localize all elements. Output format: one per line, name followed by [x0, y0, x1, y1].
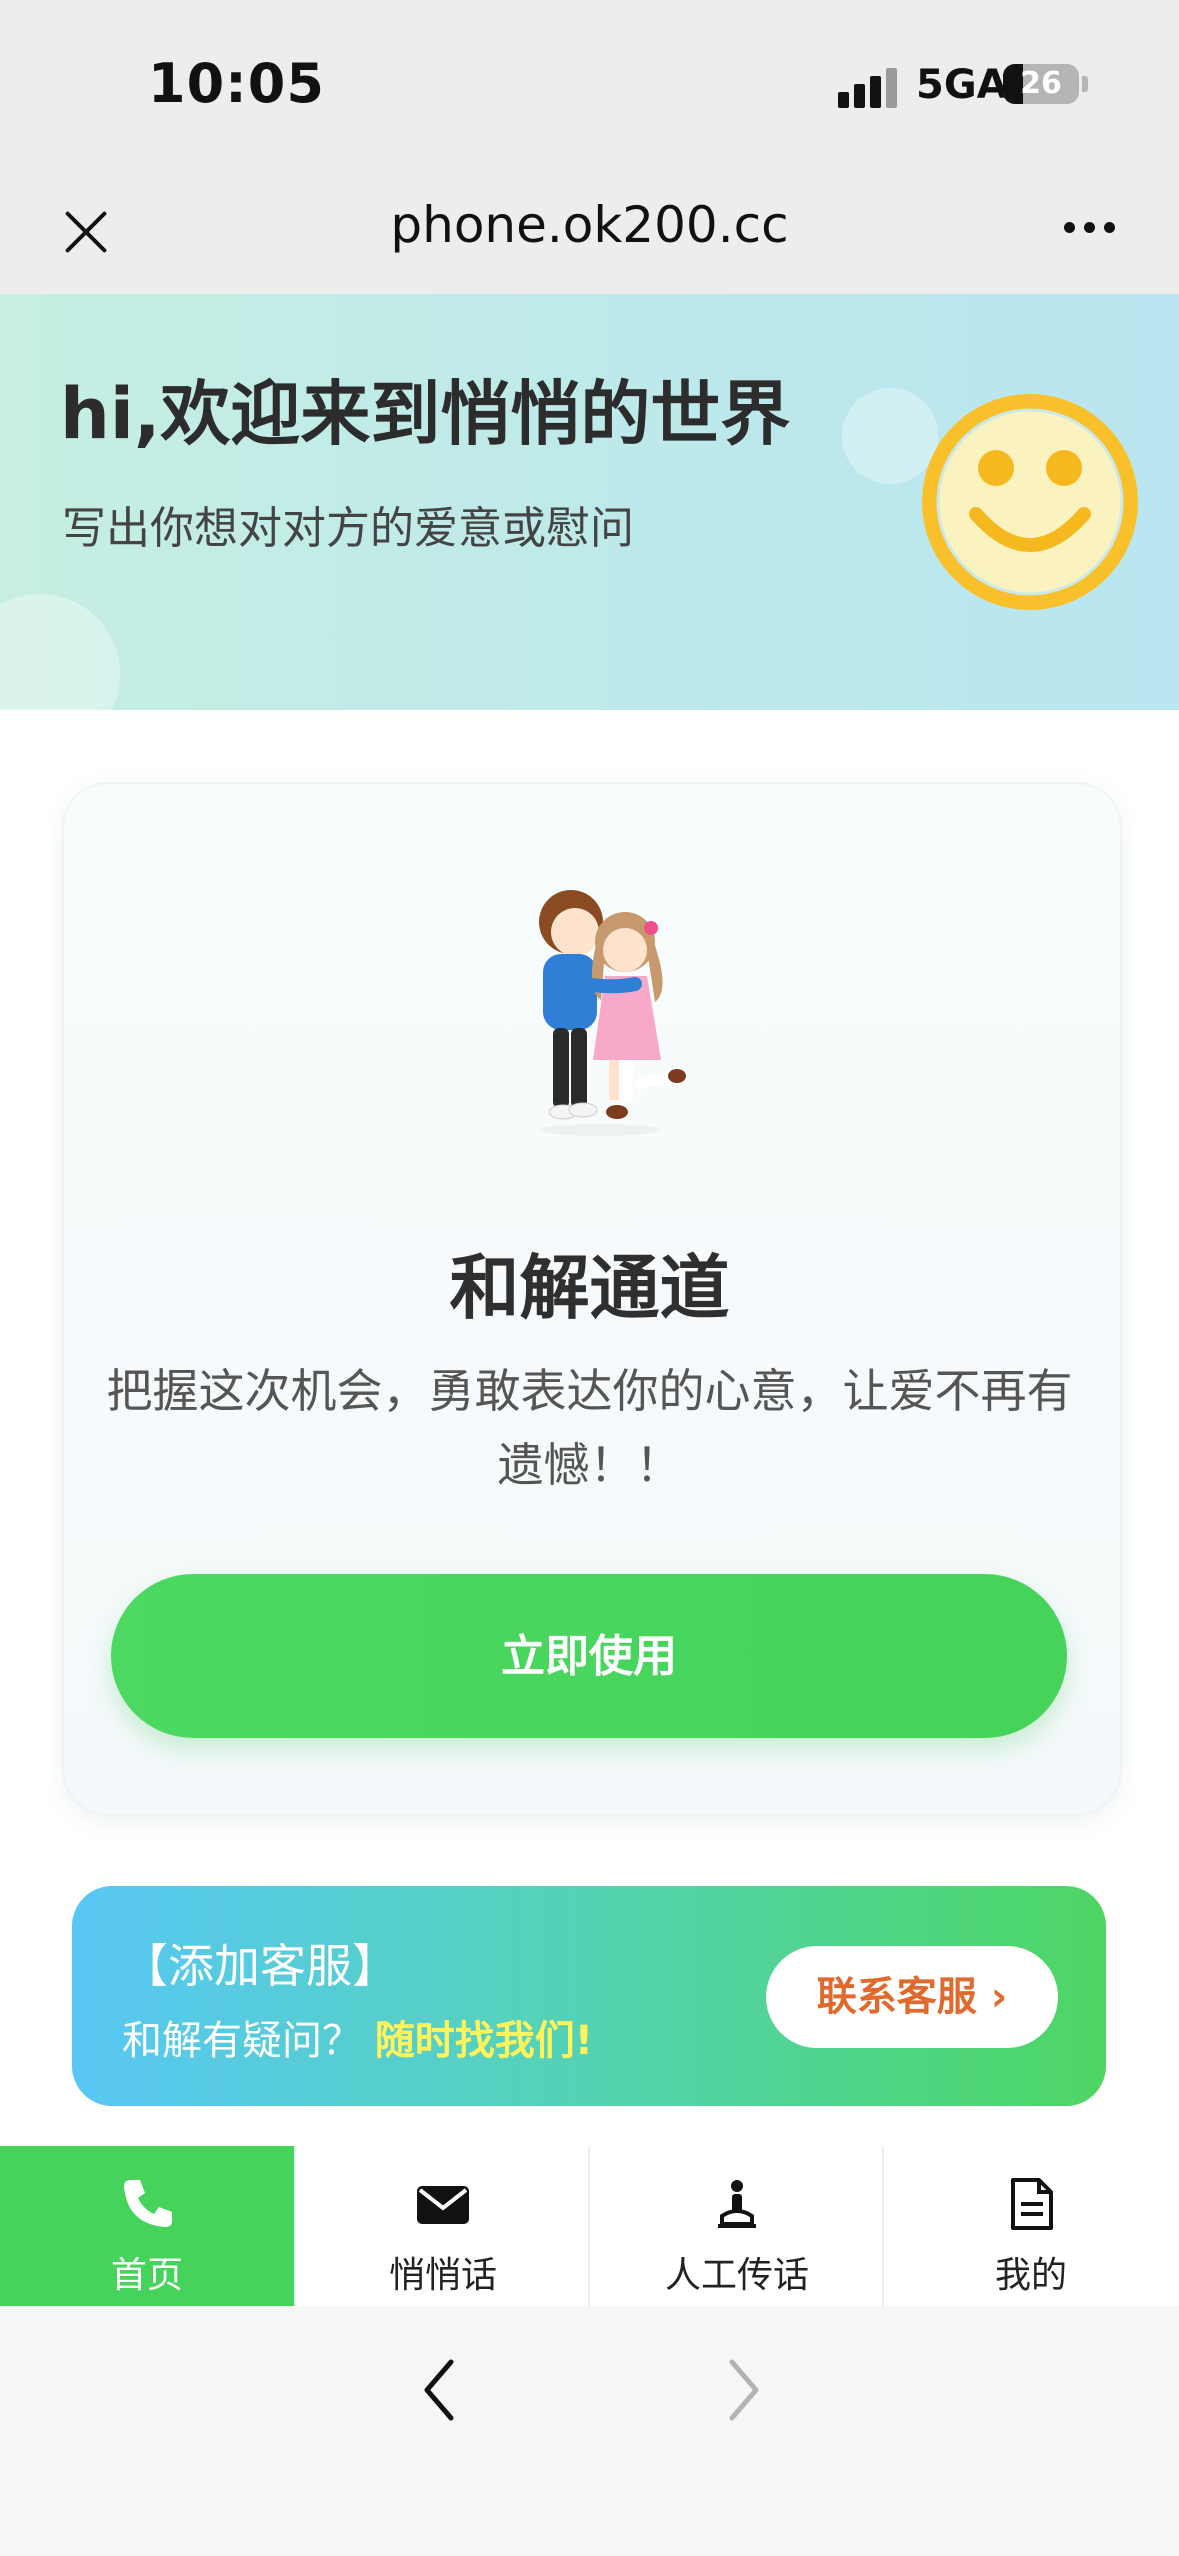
chevron-right-icon[interactable]: [718, 2350, 768, 2430]
status-time: 10:05: [148, 52, 325, 115]
service-subtitle-prefix: 和解有疑问？: [122, 2018, 362, 2064]
battery-icon: 26: [1003, 64, 1079, 104]
chevron-left-icon[interactable]: [415, 2350, 465, 2430]
network-type: 5GA: [916, 62, 1008, 108]
contact-service-button[interactable]: 联系客服 ›: [766, 1946, 1058, 2048]
tab-manual-relay[interactable]: 人工传话: [590, 2146, 884, 2306]
document-icon: [1011, 2178, 1053, 2230]
page-title: phone.ok200.cc: [390, 196, 789, 254]
smiley-icon: [922, 394, 1138, 610]
tab-mine[interactable]: 我的: [884, 2146, 1178, 2306]
hero-subtitle: 写出你想对对方的爱意或慰问: [62, 503, 634, 554]
service-subtitle-highlight: 随时找我们: [374, 2018, 575, 2064]
hero-title: hi,欢迎来到悄悄的世界: [60, 373, 791, 455]
signal-icon: [838, 68, 898, 108]
couple-hug-illustration: [539, 890, 686, 1136]
service-title: 【添加客服】: [122, 1939, 398, 1993]
mail-icon: [417, 2186, 469, 2224]
service-subtitle-suffix: !: [574, 2018, 593, 2064]
use-now-button[interactable]: 立即使用: [111, 1574, 1067, 1738]
tab-whisper[interactable]: 悄悄话: [296, 2146, 590, 2306]
tab-label: 悄悄话: [388, 2255, 497, 2296]
card-description: 把握这次机会，勇敢表达你的心意，让爱不再有遗憾！！: [106, 1364, 1073, 1492]
tab-label: 人工传话: [664, 2255, 809, 2296]
battery-percent: 26: [1020, 66, 1062, 101]
service-subtitle: 和解有疑问？ 随时找我们!: [122, 2008, 593, 2066]
tab-label: 首页: [110, 2255, 183, 2296]
person-icon: [718, 2180, 756, 2228]
battery-cap: [1082, 76, 1088, 92]
card-title: 和解通道: [449, 1247, 730, 1329]
tab-home[interactable]: 首页: [0, 2146, 294, 2306]
tab-label: 我的: [994, 2255, 1067, 2296]
phone-icon: [124, 2180, 172, 2227]
decor-bubble: [0, 594, 120, 710]
more-icon[interactable]: [1064, 218, 1124, 238]
browser-bottom-bar: [0, 2306, 1179, 2556]
